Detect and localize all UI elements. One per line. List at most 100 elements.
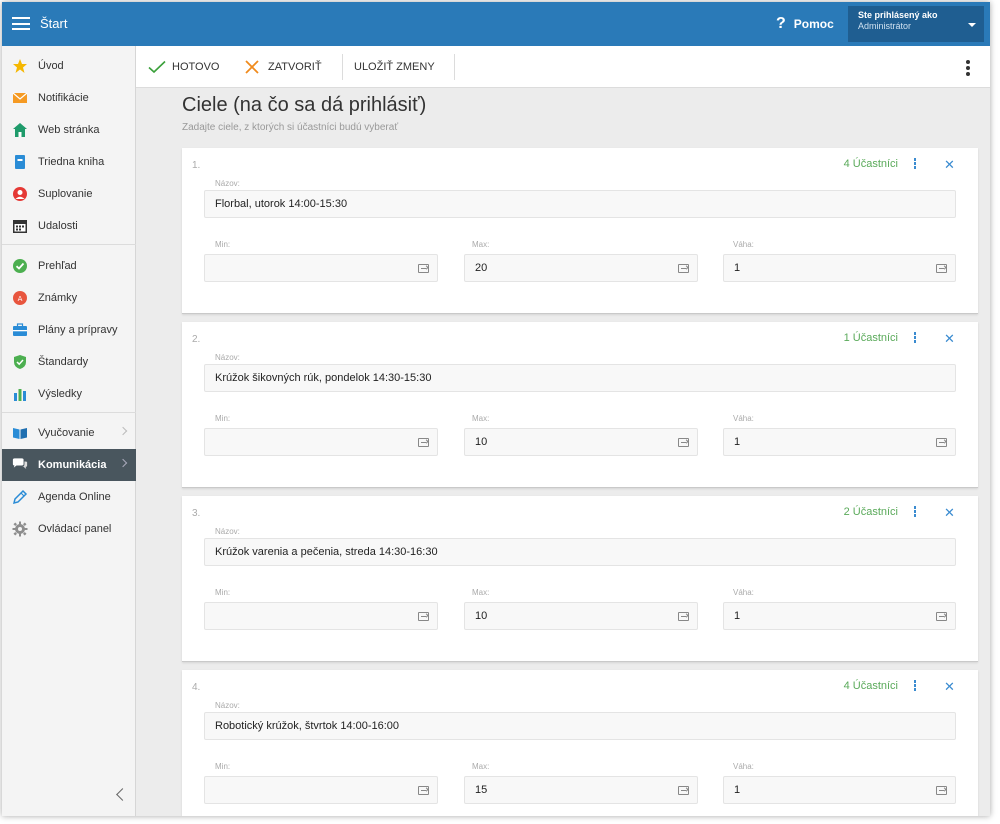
input-enter-icon[interactable] (936, 612, 947, 621)
sidebar-item-vyucovanie[interactable]: Vyučovanie (2, 417, 136, 449)
goal-number: 3. (192, 508, 201, 519)
more-vertical-icon[interactable] (912, 680, 918, 692)
max-input[interactable]: 10 (464, 428, 698, 456)
input-enter-icon[interactable] (418, 264, 429, 273)
sidebar-item-standardy[interactable]: Štandardy (2, 346, 136, 378)
max-input[interactable]: 20 (464, 254, 698, 282)
briefcase-icon (12, 322, 28, 338)
max-input[interactable]: 15 (464, 776, 698, 804)
home-icon (12, 122, 28, 138)
min-input[interactable] (204, 602, 438, 630)
weight-input[interactable]: 1 (723, 254, 956, 282)
sidebar-item-udalosti[interactable]: Udalosti (2, 210, 136, 242)
sidebar-item-triedna-kniha[interactable]: Triedna kniha (2, 146, 136, 178)
input-enter-icon[interactable] (678, 264, 689, 273)
remove-goal-icon[interactable]: ✕ (944, 157, 955, 173)
help-button[interactable]: ? Pomoc (776, 14, 834, 34)
sidebar-item-web-stranka[interactable]: Web stránka (2, 114, 136, 146)
logged-in-as-label: Ste prihlásený ako (858, 10, 938, 20)
participants-count-link[interactable]: 2 Účastníci (818, 506, 898, 518)
remove-goal-icon[interactable]: ✕ (944, 679, 955, 695)
sidebar-item-komunikacia[interactable]: Komunikácia (2, 449, 136, 481)
remove-goal-icon[interactable]: ✕ (944, 331, 955, 347)
shield-icon (12, 354, 28, 370)
page-subtitle: Zadajte ciele, z ktorých si účastníci bu… (182, 122, 399, 133)
weight-input[interactable]: 1 (723, 776, 956, 804)
weight-value: 1 (734, 262, 741, 274)
goal-name-input[interactable]: Robotický krúžok, štvrtok 14:00-16:00 (204, 712, 956, 740)
min-input[interactable] (204, 254, 438, 282)
remove-goal-icon[interactable]: ✕ (944, 505, 955, 521)
chevron-right-icon (118, 458, 128, 468)
sidebar-divider (2, 412, 136, 413)
goal-name-input[interactable]: Florbal, utorok 14:00-15:30 (204, 190, 956, 218)
sidebar-item-label: Prehľad (38, 260, 77, 272)
sidebar-item-label: Suplovanie (38, 188, 93, 200)
input-enter-icon[interactable] (678, 612, 689, 621)
goal-card: 4. 4 Účastníci ✕ Názov: Robotický krúžok… (182, 670, 978, 816)
goal-name-input[interactable]: Krúžok šikovných rúk, pondelok 14:30-15:… (204, 364, 956, 392)
more-vertical-icon[interactable] (912, 158, 918, 170)
done-button[interactable]: HOTOVO (148, 46, 219, 88)
check-circle-icon (12, 258, 28, 274)
more-vertical-icon[interactable] (912, 332, 918, 344)
input-enter-icon[interactable] (678, 786, 689, 795)
sidebar-item-label: Ovládací panel (38, 523, 112, 535)
sidebar-item-label: Úvod (38, 60, 64, 72)
star-icon (12, 58, 28, 74)
weight-input[interactable]: 1 (723, 602, 956, 630)
sidebar-item-ovladaci-panel[interactable]: Ovládací panel (2, 513, 136, 545)
input-enter-icon[interactable] (936, 786, 947, 795)
participants-count-link[interactable]: 4 Účastníci (818, 158, 898, 170)
close-label: ZATVORIŤ (268, 61, 322, 73)
sidebar-item-uvod[interactable]: Úvod (2, 50, 136, 82)
min-label: Min: (215, 414, 231, 423)
sidebar-item-label: Notifikácie (38, 92, 89, 104)
participants-count-link[interactable]: 4 Účastníci (818, 680, 898, 692)
min-input[interactable] (204, 776, 438, 804)
sidebar-item-notifikacie[interactable]: Notifikácie (2, 82, 136, 114)
input-enter-icon[interactable] (936, 264, 947, 273)
sidebar-item-plany-a-pripravy[interactable]: Plány a prípravy (2, 314, 136, 346)
input-enter-icon[interactable] (418, 438, 429, 447)
weight-value: 1 (734, 436, 741, 448)
goal-name-input[interactable]: Krúžok varenia a pečenia, streda 14:30-1… (204, 538, 956, 566)
min-input[interactable] (204, 428, 438, 456)
bar-chart-icon (12, 386, 28, 402)
more-vertical-icon[interactable] (912, 506, 918, 518)
page-title: Ciele (na čo sa dá prihlásiť) (182, 94, 427, 116)
name-label: Názov: (215, 353, 240, 362)
input-enter-icon[interactable] (418, 612, 429, 621)
max-input[interactable]: 10 (464, 602, 698, 630)
save-changes-button[interactable]: ULOŽIŤ ZMENY (354, 46, 435, 88)
svg-text:A: A (18, 295, 23, 303)
sidebar-divider (2, 244, 136, 245)
input-enter-icon[interactable] (418, 786, 429, 795)
user-role: Administrátor (858, 21, 912, 31)
app-title[interactable]: Štart (40, 16, 67, 31)
sidebar-item-label: Triedna kniha (38, 156, 105, 168)
gear-icon (12, 521, 28, 537)
max-label: Max: (472, 414, 490, 423)
more-options-icon[interactable] (966, 60, 972, 76)
sidebar-item-znamky[interactable]: A Známky (2, 282, 136, 314)
input-enter-icon[interactable] (678, 438, 689, 447)
sidebar-item-suplovanie[interactable]: Suplovanie (2, 178, 136, 210)
toolbar-divider (454, 54, 455, 80)
goal-card: 3. 2 Účastníci ✕ Názov: Krúžok varenia a… (182, 496, 978, 662)
sidebar-item-prehlad[interactable]: Prehľad (2, 250, 136, 282)
hamburger-menu-icon[interactable] (12, 17, 30, 30)
help-label: Pomoc (793, 17, 834, 31)
user-menu[interactable]: Ste prihlásený ako Administrátor (848, 6, 984, 42)
sidebar-item-vysledky[interactable]: Výsledky (2, 378, 136, 410)
close-button[interactable]: ZATVORIŤ (244, 46, 322, 88)
weight-input[interactable]: 1 (723, 428, 956, 456)
collapse-sidebar-chevron-icon[interactable] (114, 788, 128, 802)
participants-count-link[interactable]: 1 Účastníci (818, 332, 898, 344)
input-enter-icon[interactable] (936, 438, 947, 447)
done-label: HOTOVO (172, 61, 220, 73)
max-value: 20 (475, 262, 488, 274)
max-value: 15 (475, 784, 488, 796)
sidebar-item-label: Štandardy (38, 356, 89, 368)
sidebar-item-agenda-online[interactable]: Agenda Online (2, 481, 136, 513)
